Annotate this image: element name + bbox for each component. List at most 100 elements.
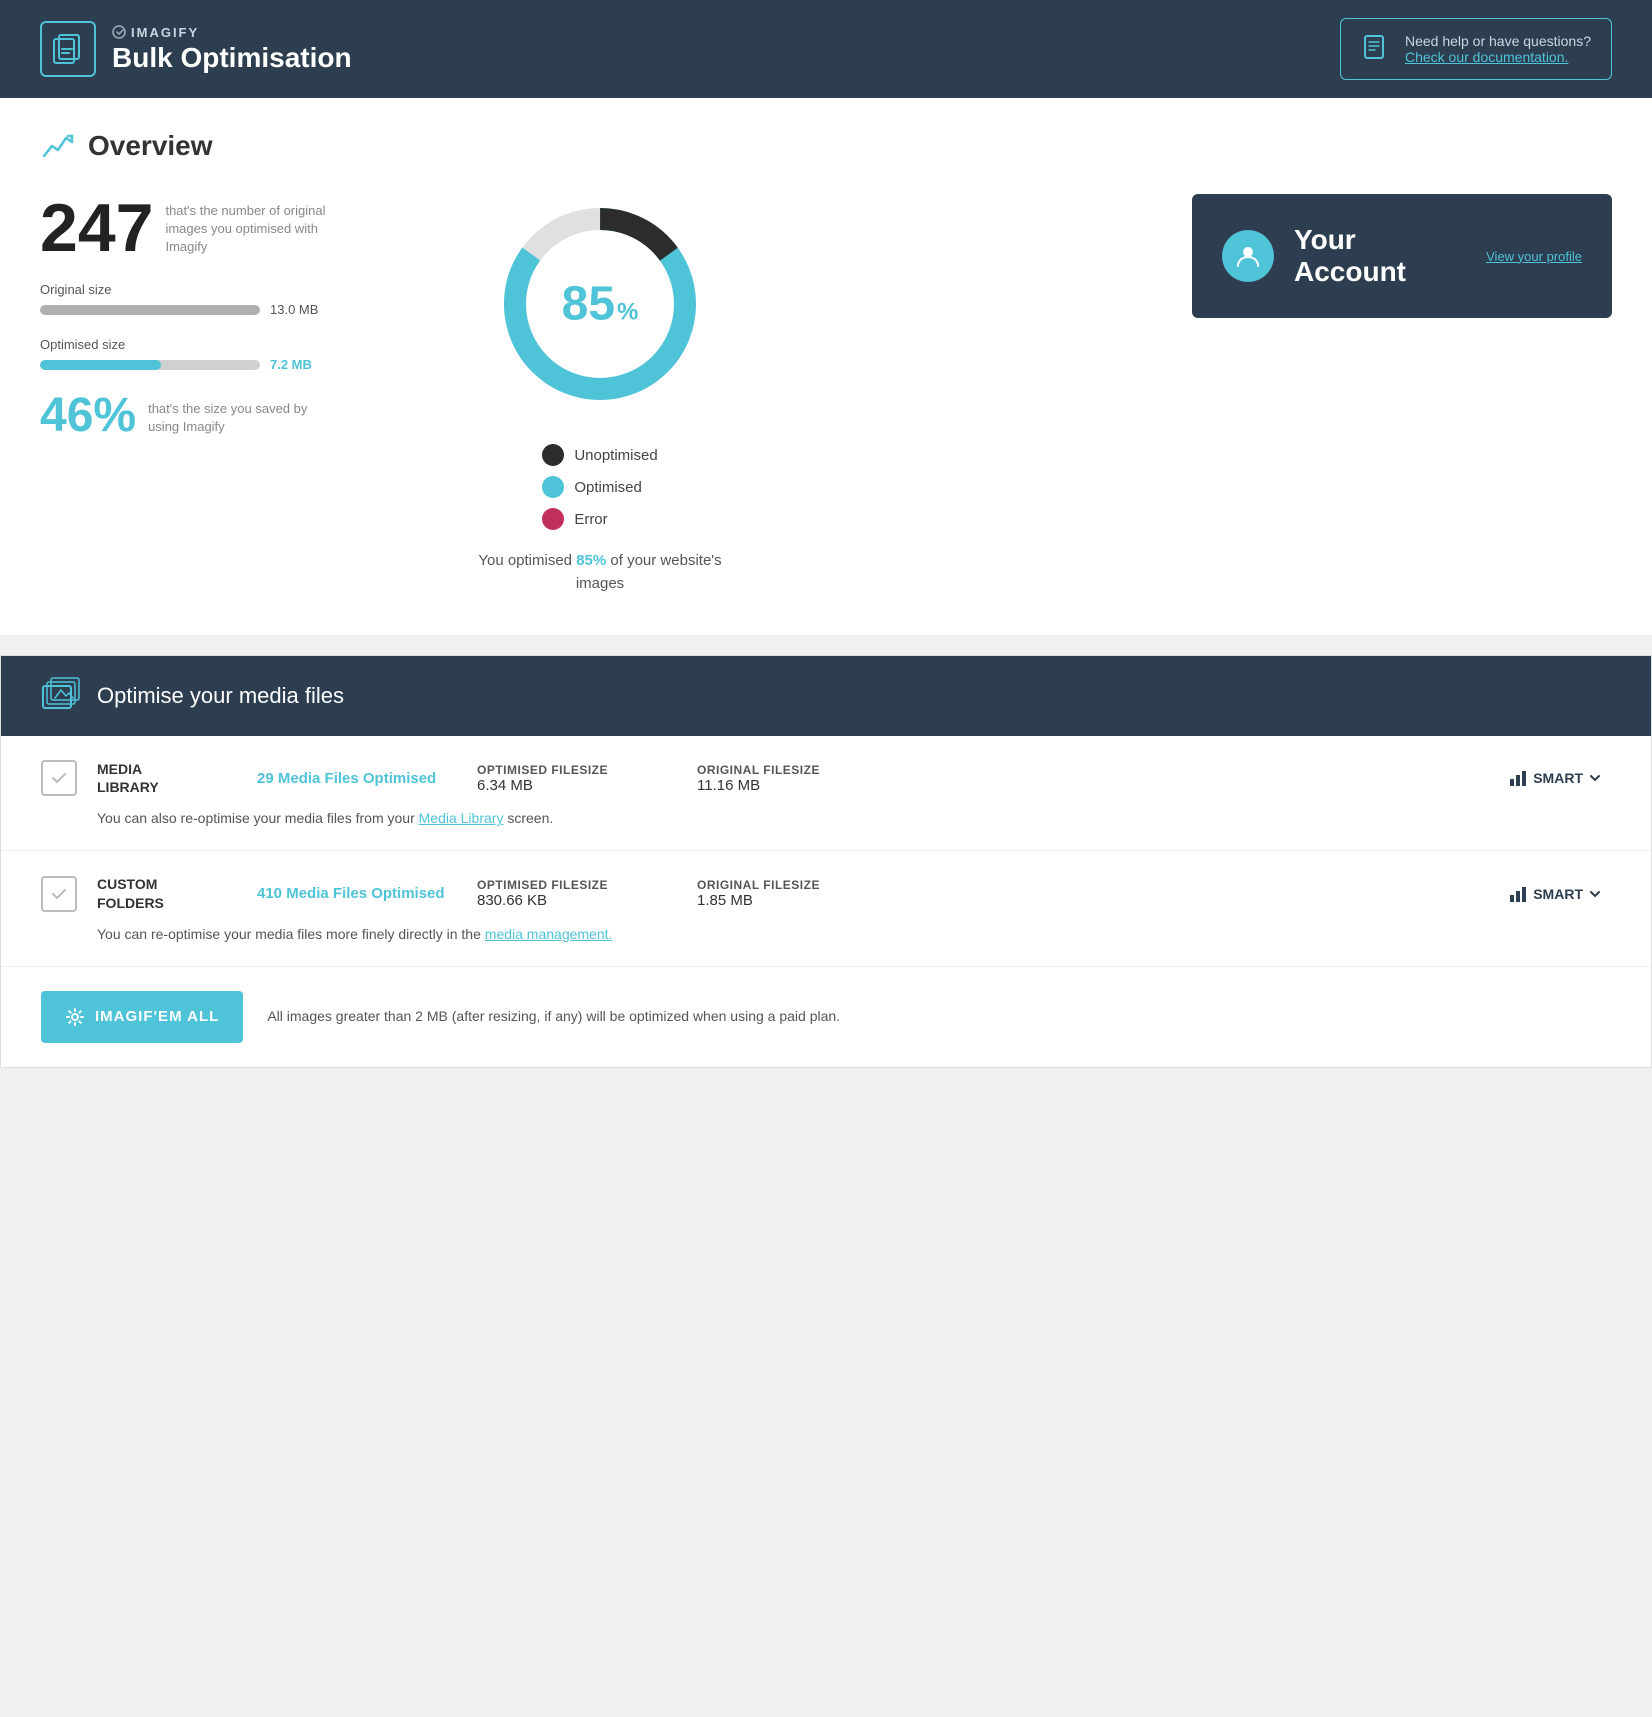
custom-folders-actions: SMART [1499,879,1611,909]
media-library-optimised-filesize: OPTIMISED FILESIZE 6.34 MB [477,763,697,794]
legend-item-unoptimised: Unoptimised [542,444,657,466]
optimised-size-fill [40,360,161,370]
optimised-size-label: Optimised size [40,337,420,352]
original-size-value: 13.0 MB [270,302,318,317]
media-library-original-filesize: ORIGINAL FILESIZE 11.16 MB [697,763,917,794]
optimised-size-section: Optimised size 7.2 MB [40,337,420,372]
header-brand: IMAGIFY [112,25,352,40]
chevron-down-icon [1589,772,1601,784]
media-library-smart-button[interactable]: SMART [1499,763,1611,793]
media-library-row-main: MEDIA LIBRARY 29 Media Files Optimised O… [41,760,1611,796]
media-library-original-label: ORIGINAL FILESIZE [697,763,917,777]
header-help-text: Need help or have questions? [1405,33,1591,49]
media-library-optimised-value: 6.34 MB [477,777,697,794]
custom-folders-optimised-filesize: OPTIMISED FILESIZE 830.66 KB [477,878,697,909]
account-title: Your Account [1294,224,1466,288]
original-size-label: Original size [40,282,420,297]
main-container: Overview 247 that's the number of origin… [0,98,1652,1068]
legend-label-optimised: Optimised [574,479,642,496]
doc-icon [1361,34,1391,64]
savings-percent: 46% [40,392,136,440]
original-size-bar-bg [40,305,260,315]
custom-folders-original-filesize: ORIGINAL FILESIZE 1.85 MB [697,878,917,909]
header-help-link[interactable]: Check our documentation. [1405,49,1591,65]
media-section-title: Optimise your media files [97,683,344,709]
optimised-size-value: 7.2 MB [270,357,312,372]
media-library-checkbox[interactable] [41,760,77,796]
account-icon [1222,230,1274,282]
optimised-summary-percent: 85% [576,552,606,569]
brand-name: IMAGIFY [131,25,199,40]
savings-description: that's the size you saved by using Imagi… [148,400,308,436]
original-size-fill [40,305,260,315]
header: IMAGIFY Bulk Optimisation Need help or h… [0,0,1652,98]
savings-row: 46% that's the size you saved by using I… [40,392,420,440]
optimised-summary: You optimised 85% of your website's imag… [460,550,740,595]
optimised-summary-text: You optimised [478,552,572,569]
overview-stats: 247 that's the number of original images… [40,194,420,440]
media-section-header: Optimise your media files [1,656,1651,736]
legend-item-error: Error [542,508,657,530]
custom-folders-optimised-value: 830.66 KB [477,892,697,909]
media-library-optimised-label: OPTIMISED FILESIZE [477,763,697,777]
optimised-size-bar-bg [40,360,260,370]
donut-percent: 85 [562,277,615,332]
section-divider [0,635,1652,655]
overview-section: Overview 247 that's the number of origin… [0,98,1652,635]
legend-dot-error [542,508,564,530]
bar-chart-icon [1509,769,1527,787]
images-stat-row: 247 that's the number of original images… [40,194,420,262]
imagifem-section: IMAGIF'EM ALL All images greater than 2 … [1,967,1651,1067]
overview-title: Overview [88,130,213,162]
custom-folders-name: CUSTOM FOLDERS [97,875,257,911]
custom-folders-row-main: CUSTOM FOLDERS 410 Media Files Optimised… [41,875,1611,911]
legend-dot-optimised [542,476,564,498]
legend: Unoptimised Optimised Error [542,444,657,530]
legend-label-unoptimised: Unoptimised [574,447,657,464]
imagifem-note: All images greater than 2 MB (after resi… [267,1006,840,1027]
chevron-down-icon-2 [1589,888,1601,900]
media-library-actions: SMART [1499,763,1611,793]
media-library-name: MEDIA LIBRARY [97,760,257,796]
media-library-original-value: 11.16 MB [697,777,917,794]
legend-dot-unoptimised [542,444,564,466]
custom-folders-note: You can re-optimise your media files mor… [41,926,1611,942]
imagifem-button[interactable]: IMAGIF'EM ALL [41,991,243,1043]
legend-item-optimised: Optimised [542,476,657,498]
custom-folders-checkbox[interactable] [41,876,77,912]
header-help-box: Need help or have questions? Check our d… [1340,18,1612,80]
donut-container: 85% [490,194,710,414]
custom-folders-original-value: 1.85 MB [697,892,917,909]
header-help-content: Need help or have questions? Check our d… [1405,33,1591,65]
donut-center: 85% [562,277,639,332]
account-profile-link[interactable]: View your profile [1486,249,1582,264]
media-library-row: MEDIA LIBRARY 29 Media Files Optimised O… [1,736,1651,851]
original-size-bar: 13.0 MB [40,302,420,317]
gear-icon [65,1007,85,1027]
imagifem-button-label: IMAGIF'EM ALL [95,1008,219,1025]
overview-chart: 85% Unoptimised Optimised Error [460,194,740,595]
custom-folders-smart-button[interactable]: SMART [1499,879,1611,909]
stat-number: 247 [40,194,153,262]
your-account-section: Your Account View your profile [1192,194,1612,318]
media-library-link[interactable]: Media Library [419,810,504,826]
custom-folders-row: CUSTOM FOLDERS 410 Media Files Optimised… [1,851,1651,966]
media-section: Optimise your media files MEDIA LIBRARY … [0,655,1652,1068]
bar-chart-icon-2 [1509,885,1527,903]
header-left: IMAGIFY Bulk Optimisation [40,21,352,77]
custom-folders-original-label: ORIGINAL FILESIZE [697,878,917,892]
header-title-block: IMAGIFY Bulk Optimisation [112,25,352,74]
media-library-note: You can also re-optimise your media file… [41,810,1611,826]
media-library-count: 29 Media Files Optimised [257,770,477,787]
legend-label-error: Error [574,511,607,528]
header-bulk-icon [40,21,96,77]
donut-percent-sign: % [617,299,638,327]
page-title: Bulk Optimisation [112,42,352,74]
optimised-size-bar: 7.2 MB [40,357,420,372]
custom-folders-count: 410 Media Files Optimised [257,885,477,902]
original-size-section: Original size 13.0 MB [40,282,420,317]
custom-folders-link[interactable]: media management. [485,926,613,942]
stat-description: that's the number of original images you… [165,202,345,257]
overview-icon [40,128,76,164]
media-section-icon [41,676,81,716]
